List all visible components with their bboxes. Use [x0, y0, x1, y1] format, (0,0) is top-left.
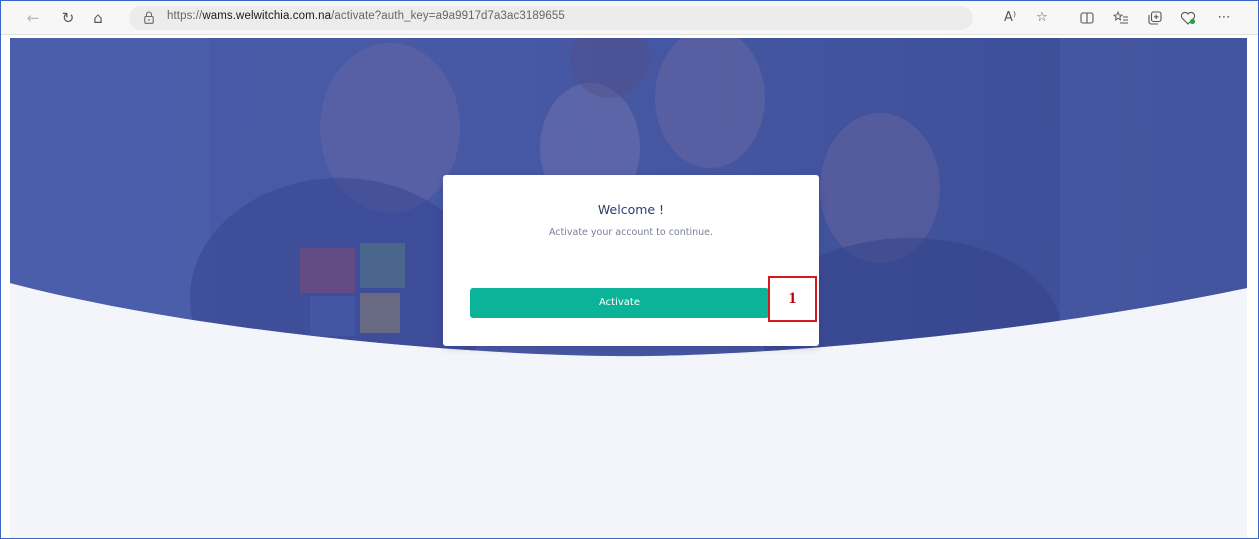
page-viewport: Welcome ! Activate your account to conti… [10, 38, 1247, 538]
read-aloud-icon[interactable]: A⁾ [1001, 9, 1019, 27]
browser-essentials-icon[interactable] [1179, 9, 1197, 27]
address-bar[interactable]: https://wams.welwitchia.com.na/activate?… [129, 6, 973, 30]
activate-button[interactable]: Activate [470, 288, 769, 318]
url-path: /activate?auth_key=a9a9917d7a3ac3189655 [331, 10, 565, 22]
split-screen-icon[interactable] [1078, 9, 1096, 27]
browser-toolbar: ← ↻ ⌂ https://wams.welwitchia.com.na/act… [1, 1, 1258, 35]
url-prefix: https:// [167, 10, 203, 22]
refresh-icon[interactable]: ↻ [58, 8, 78, 28]
step-callout: 1 [768, 276, 817, 322]
activate-subtitle: Activate your account to continue. [548, 227, 714, 238]
favorites-list-icon[interactable] [1112, 9, 1130, 27]
url-text[interactable]: https://wams.welwitchia.com.na/activate?… [167, 10, 565, 22]
favorite-star-icon[interactable]: ☆ [1033, 9, 1051, 27]
lock-icon [144, 11, 154, 24]
more-options-icon[interactable]: ⋯ [1215, 9, 1233, 27]
collections-icon[interactable] [1146, 9, 1164, 27]
home-icon[interactable]: ⌂ [88, 8, 108, 28]
welcome-title: Welcome ! [597, 202, 665, 217]
url-domain: wams.welwitchia.com.na [202, 10, 332, 22]
activation-card: Welcome ! Activate your account to conti… [443, 175, 819, 346]
back-icon[interactable]: ← [23, 8, 43, 28]
